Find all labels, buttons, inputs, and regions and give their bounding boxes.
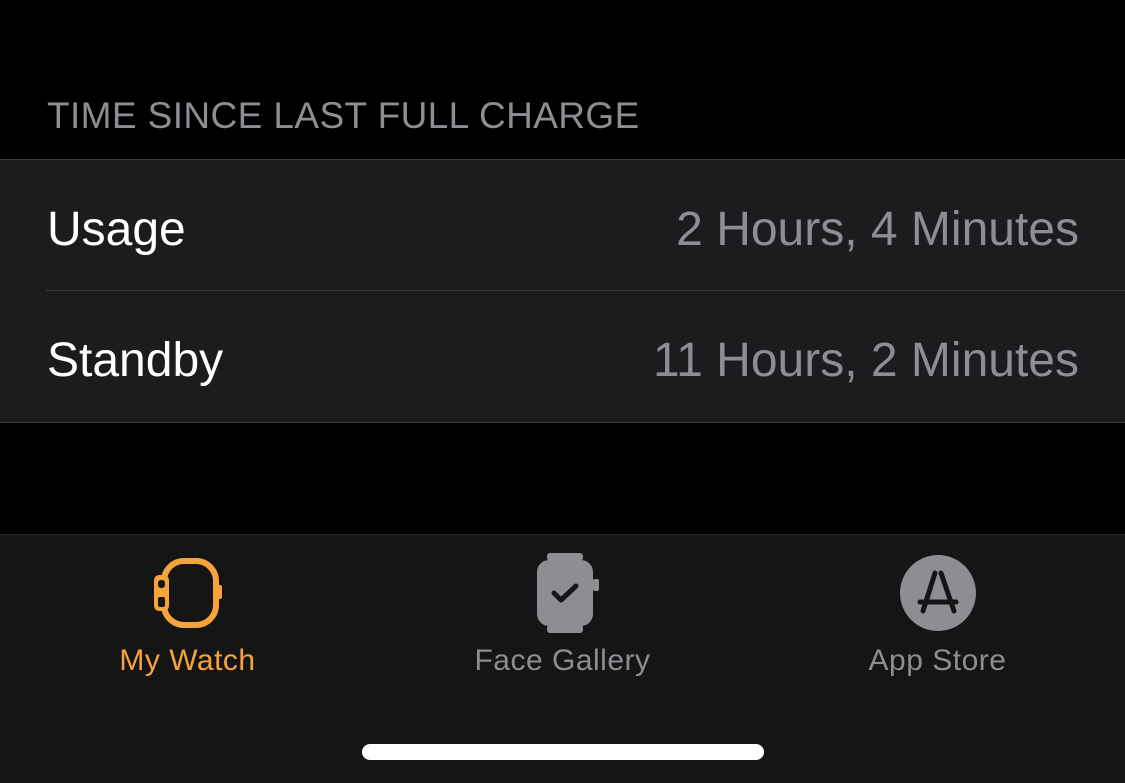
standby-label: Standby xyxy=(47,334,224,387)
tab-my-watch[interactable]: My Watch xyxy=(0,535,375,705)
standby-row: Standby 11 Hours, 2 Minutes xyxy=(0,291,1125,422)
standby-value: 11 Hours, 2 Minutes xyxy=(653,334,1079,387)
app-store-icon xyxy=(898,553,978,633)
battery-usage-list: Usage 2 Hours, 4 Minutes Standby 11 Hour… xyxy=(0,159,1125,423)
battery-usage-screen: TIME SINCE LAST FULL CHARGE Usage 2 Hour… xyxy=(0,0,1125,783)
tab-app-store[interactable]: App Store xyxy=(750,535,1125,705)
usage-value: 2 Hours, 4 Minutes xyxy=(676,203,1079,256)
watch-icon xyxy=(148,553,228,633)
tab-face-gallery-label: Face Gallery xyxy=(474,644,651,677)
usage-row: Usage 2 Hours, 4 Minutes xyxy=(0,160,1125,291)
home-indicator[interactable] xyxy=(362,744,764,760)
watch-face-icon xyxy=(523,553,603,633)
tab-app-store-label: App Store xyxy=(868,644,1007,677)
tab-face-gallery[interactable]: Face Gallery xyxy=(375,535,750,705)
usage-label: Usage xyxy=(47,203,186,256)
tab-my-watch-label: My Watch xyxy=(119,644,256,677)
section-header: TIME SINCE LAST FULL CHARGE xyxy=(47,95,640,136)
